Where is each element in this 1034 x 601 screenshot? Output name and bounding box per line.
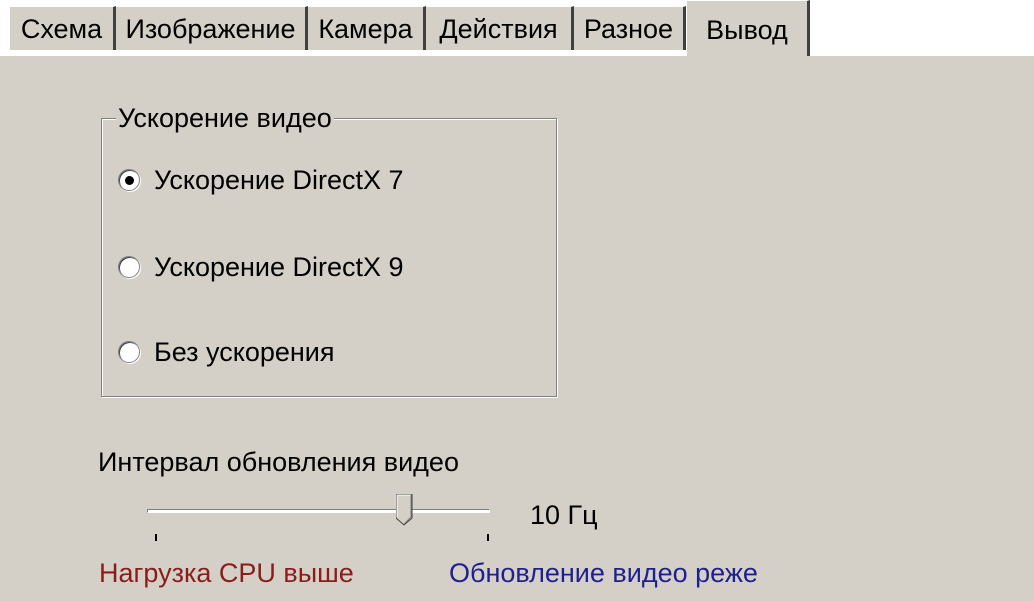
radio-directx7[interactable]: Ускорение DirectX 7 <box>118 163 404 197</box>
radio-icon[interactable] <box>118 341 140 363</box>
radio-directx9[interactable]: Ускорение DirectX 9 <box>118 250 404 284</box>
radio-icon-selected[interactable] <box>118 169 140 191</box>
tab-strip-edge <box>810 48 1034 50</box>
slider-tick-max <box>487 534 489 541</box>
hint-video-update-slower: Обновление видео реже <box>449 558 758 588</box>
refresh-interval-value: 10 Гц <box>530 500 598 530</box>
tab-scheme[interactable]: Схема <box>10 6 116 50</box>
slider-thumb[interactable] <box>396 494 413 526</box>
slider-tick-min <box>155 534 157 541</box>
hint-cpu-load-higher: Нагрузка CPU выше <box>99 558 354 588</box>
radio-icon[interactable] <box>118 256 140 278</box>
tab-image[interactable]: Изображение <box>116 6 308 50</box>
refresh-interval-label: Интервал обновления видео <box>98 447 459 477</box>
radio-directx7-label: Ускорение DirectX 7 <box>154 164 404 195</box>
tab-actions[interactable]: Действия <box>426 6 574 50</box>
radio-directx9-label: Ускорение DirectX 9 <box>154 251 404 282</box>
radio-no-acceleration-label: Без ускорения <box>154 336 335 367</box>
radio-no-acceleration[interactable]: Без ускорения <box>118 335 335 369</box>
tab-misc[interactable]: Разное <box>574 6 686 50</box>
refresh-interval-slider-track[interactable] <box>147 509 490 513</box>
video-acceleration-title: Ускорение видео <box>116 103 334 133</box>
tab-strip: Схема Изображение Камера Действия Разное… <box>0 0 1034 56</box>
tab-output[interactable]: Вывод <box>686 0 810 56</box>
tab-camera[interactable]: Камера <box>308 6 426 50</box>
